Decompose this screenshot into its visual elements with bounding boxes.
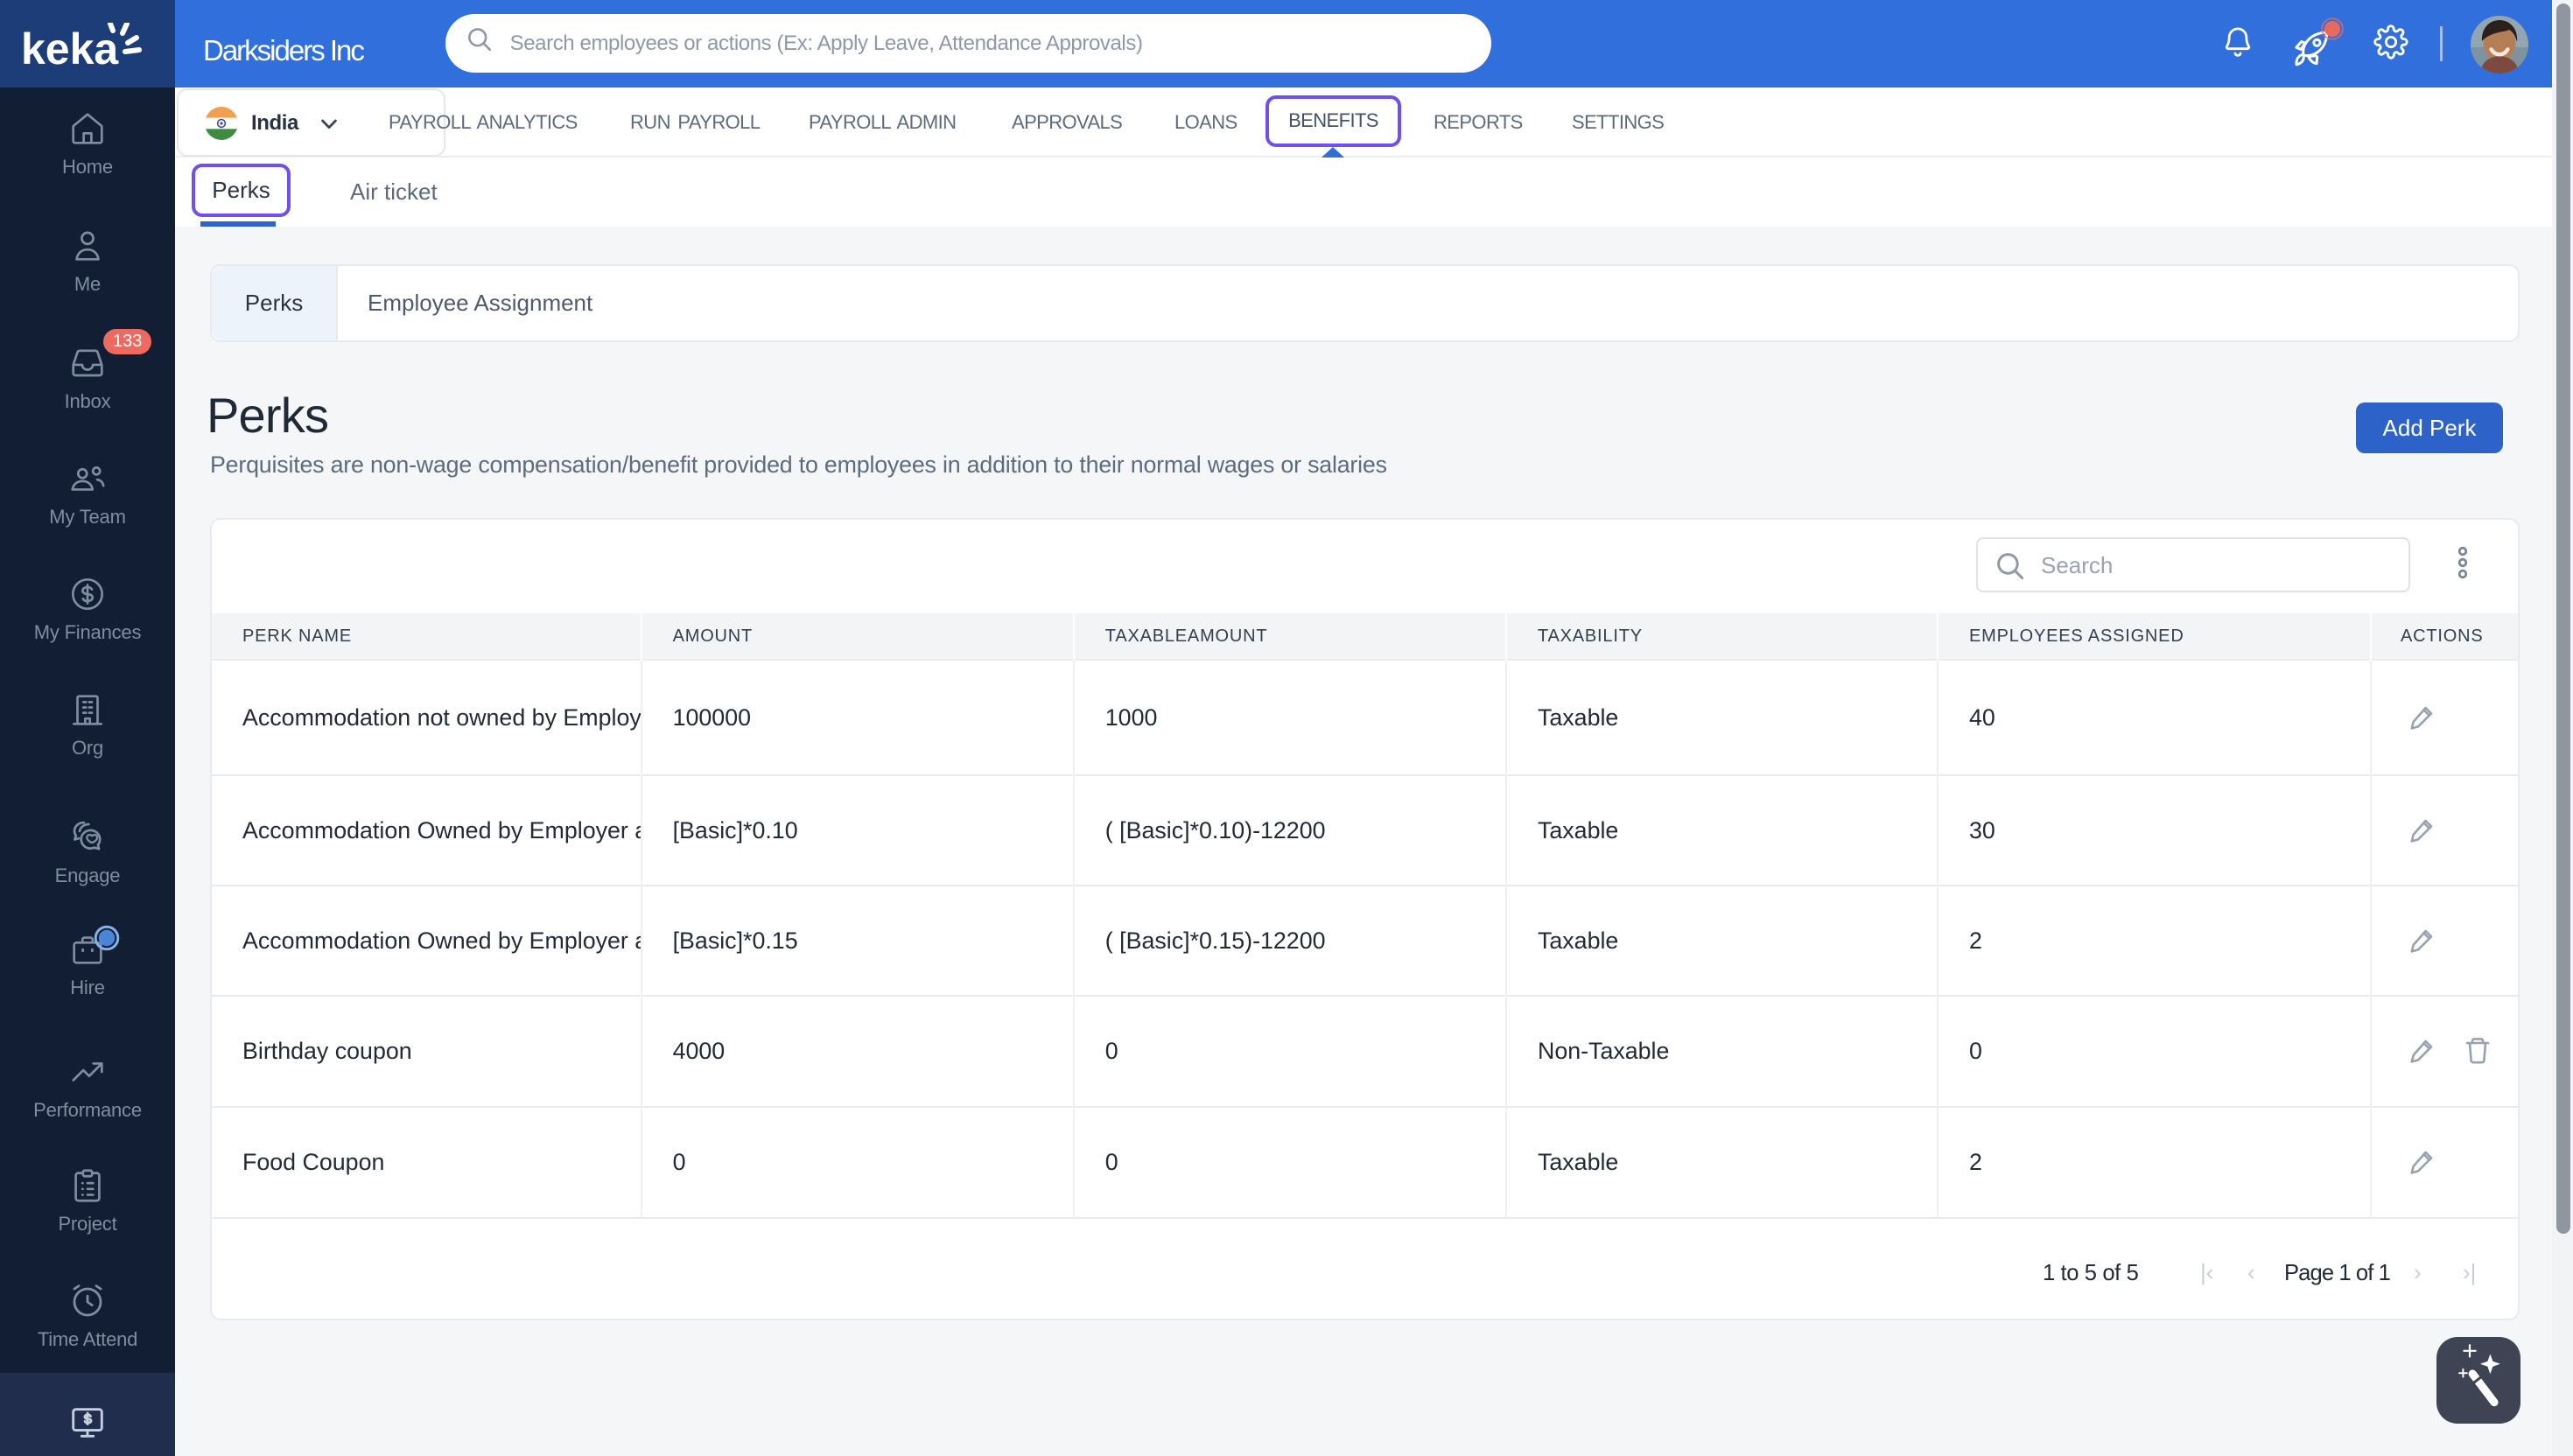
svg-text:keka: keka — [21, 24, 119, 74]
